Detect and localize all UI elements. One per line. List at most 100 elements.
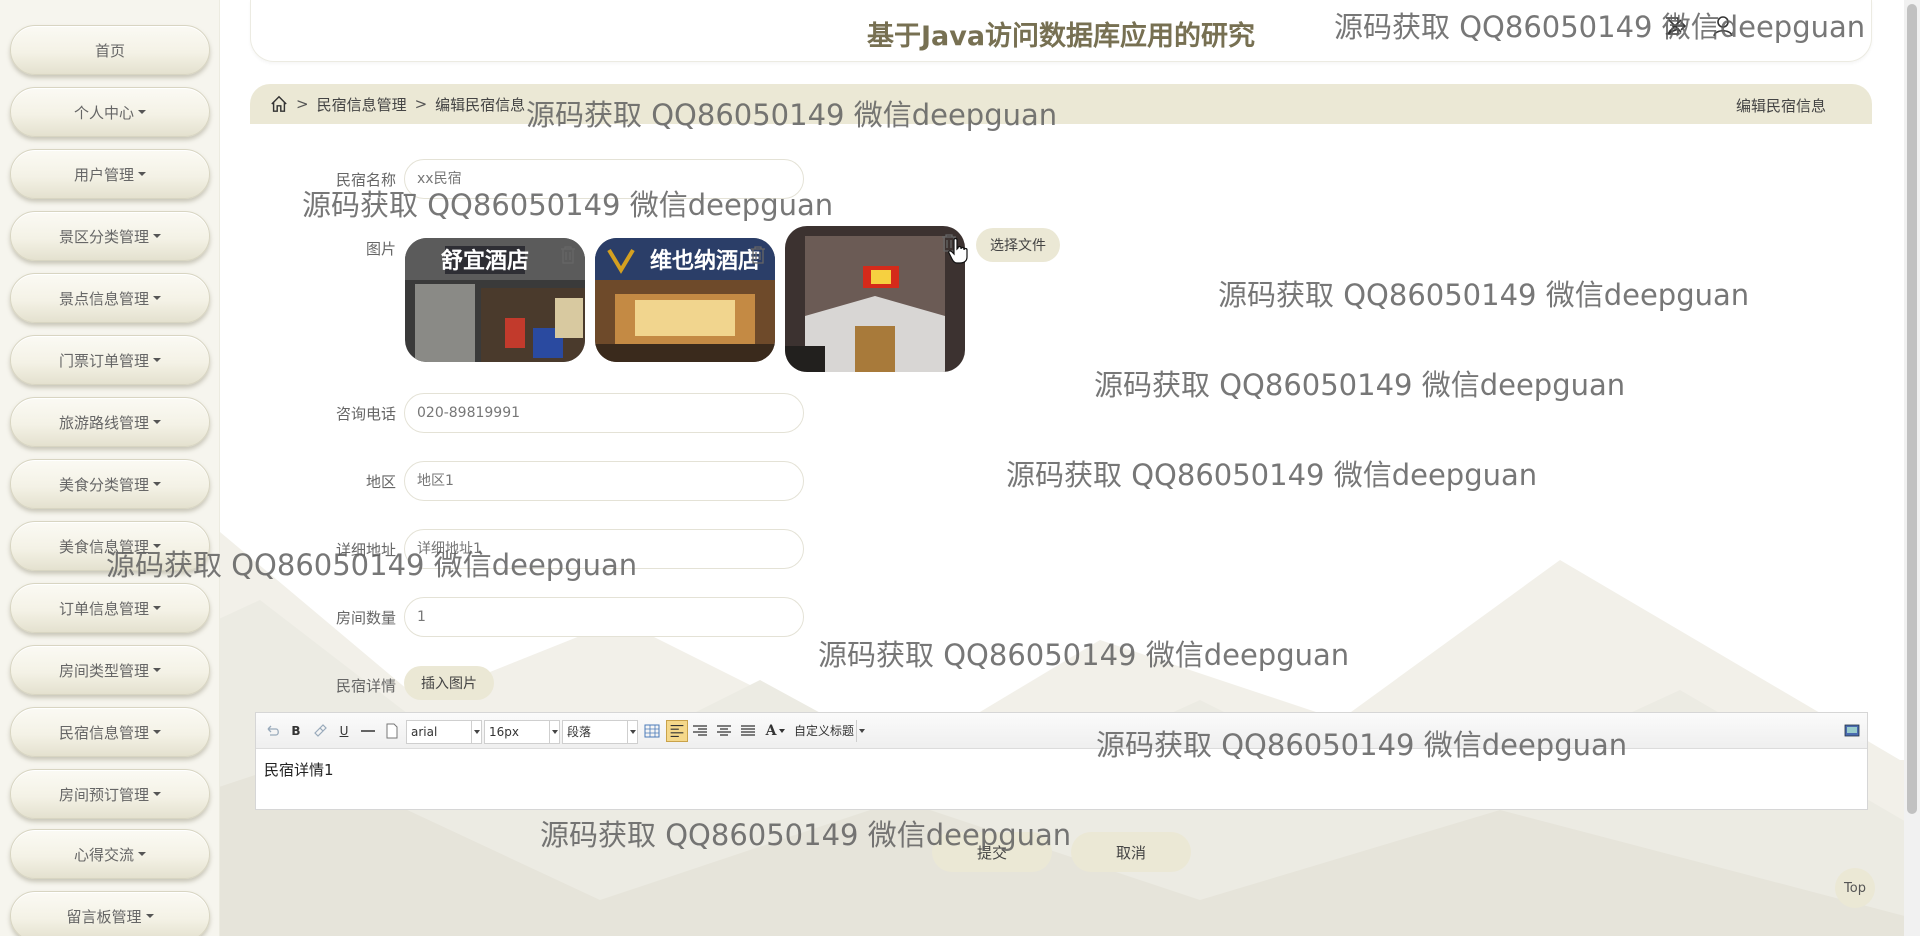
phone-label: 咨询电话 bbox=[335, 405, 396, 423]
sidebar-item-label: 心得交流 bbox=[73, 845, 134, 864]
page-title: 编辑民宿信息 bbox=[1735, 97, 1826, 115]
back-to-top-button[interactable]: Top bbox=[1835, 868, 1875, 908]
sidebar-item-home[interactable]: 首页 bbox=[10, 25, 210, 75]
chevron-down-icon bbox=[145, 914, 154, 918]
image-thumbnail bbox=[785, 226, 965, 372]
watermark-text: 源码获取 QQ86050149 微信deepguan bbox=[1334, 10, 1866, 44]
chevron-down-icon bbox=[153, 606, 161, 610]
sidebar-item-attractions[interactable]: 景点信息管理 bbox=[10, 273, 210, 323]
chevron-down-icon bbox=[153, 358, 161, 362]
breadcrumb-homestay-management[interactable]: 民宿信息管理 bbox=[317, 94, 407, 115]
document-icon[interactable] bbox=[384, 720, 400, 742]
sidebar-item-label: 门票订单管理 bbox=[58, 351, 149, 370]
align-center-icon[interactable] bbox=[716, 720, 732, 742]
scrollbar-thumb[interactable] bbox=[1907, 4, 1917, 814]
sidebar-item-food-categories[interactable]: 美食分类管理 bbox=[10, 459, 210, 509]
phone-input[interactable]: 020-89819991 bbox=[404, 393, 804, 433]
watermark-text: 源码获取 QQ86050149 微信deepguan bbox=[1094, 368, 1626, 402]
font-family-value: arial bbox=[411, 725, 438, 739]
chevron-down-icon bbox=[153, 482, 161, 486]
custom-title-value: 自定义标题 bbox=[794, 724, 855, 738]
sidebar-item-label: 房间预订管理 bbox=[58, 785, 149, 804]
chevron-down-icon bbox=[549, 721, 559, 743]
chevron-down-icon bbox=[153, 668, 161, 672]
font-size-select[interactable]: 16px bbox=[484, 720, 560, 744]
sidebar-item-message-board[interactable]: 留言板管理 bbox=[10, 891, 210, 936]
font-color-button[interactable]: A bbox=[764, 720, 778, 742]
choose-file-button[interactable]: 选择文件 bbox=[976, 228, 1060, 262]
sidebar-item-label: 民宿信息管理 bbox=[58, 723, 149, 742]
watermark-text: 源码获取 QQ86050149 微信deepguan bbox=[540, 818, 1072, 852]
delete-image-icon[interactable] bbox=[560, 246, 576, 264]
undo-icon[interactable] bbox=[264, 720, 280, 742]
sidebar-item-label: 留言板管理 bbox=[66, 907, 142, 926]
align-justify-icon[interactable] bbox=[740, 720, 756, 742]
watermark-text: 源码获取 QQ86050149 微信deepguan bbox=[1006, 458, 1538, 492]
bold-button[interactable]: B bbox=[288, 720, 304, 742]
images-label: 图片 bbox=[365, 240, 396, 258]
custom-title-select[interactable]: 自定义标题 bbox=[790, 720, 866, 744]
fullscreen-icon[interactable] bbox=[1844, 720, 1860, 742]
paragraph-select[interactable]: 段落 bbox=[562, 720, 638, 744]
watermark-text: 源码获取 QQ86050149 微信deepguan bbox=[1218, 278, 1750, 312]
table-icon[interactable] bbox=[644, 720, 660, 742]
breadcrumb-separator: > bbox=[414, 95, 428, 113]
sidebar-item-label: 首页 bbox=[94, 41, 125, 60]
chevron-down-icon bbox=[153, 296, 161, 300]
font-family-select[interactable]: arial bbox=[406, 720, 482, 744]
delete-image-icon[interactable] bbox=[750, 246, 766, 264]
home-icon[interactable] bbox=[270, 95, 288, 113]
align-right-icon[interactable] bbox=[692, 720, 708, 742]
chevron-down-icon bbox=[471, 721, 481, 743]
cancel-button[interactable]: 取消 bbox=[1071, 832, 1191, 872]
chevron-down-icon bbox=[153, 234, 161, 238]
horizontal-rule-icon[interactable] bbox=[360, 720, 376, 742]
image-thumbnail: 舒宜酒店 bbox=[405, 238, 585, 362]
watermark-text: 源码获取 QQ86050149 微信deepguan bbox=[302, 188, 834, 222]
chevron-down-icon bbox=[138, 852, 146, 856]
region-input[interactable]: 地区1 bbox=[404, 461, 804, 501]
image-thumbnail: 维也纳酒店 bbox=[595, 238, 775, 362]
thumbnail-sign-text: 维也纳酒店 bbox=[650, 248, 760, 274]
breadcrumb-edit-homestay: 编辑民宿信息 bbox=[435, 95, 526, 114]
paragraph-value: 段落 bbox=[567, 725, 592, 739]
sidebar-item-label: 景区分类管理 bbox=[58, 227, 149, 246]
sidebar-item-personal-center[interactable]: 个人中心 bbox=[10, 87, 210, 137]
chevron-down-icon bbox=[153, 420, 161, 424]
sidebar-item-room-types[interactable]: 房间类型管理 bbox=[10, 645, 210, 695]
chevron-down-icon bbox=[138, 172, 146, 176]
sidebar-item-label: 景点信息管理 bbox=[58, 289, 149, 308]
sidebar: 首页 个人中心 用户管理 景区分类管理 景点信息管理 门票订单管理 旅游路线管理… bbox=[0, 0, 220, 936]
sidebar-item-users[interactable]: 用户管理 bbox=[10, 149, 210, 199]
sidebar-item-travel-routes[interactable]: 旅游路线管理 bbox=[10, 397, 210, 447]
sidebar-item-ticket-orders[interactable]: 门票订单管理 bbox=[10, 335, 210, 385]
watermark-text: 源码获取 QQ86050149 微信deepguan bbox=[1096, 728, 1628, 762]
watermark-text: 源码获取 QQ86050149 微信deepguan bbox=[526, 98, 1058, 132]
sidebar-item-label: 个人中心 bbox=[73, 103, 134, 122]
sidebar-item-orders[interactable]: 订单信息管理 bbox=[10, 583, 210, 633]
sidebar-item-label: 用户管理 bbox=[73, 165, 134, 184]
chevron-down-icon bbox=[153, 792, 161, 796]
underline-button[interactable]: U bbox=[336, 720, 352, 742]
chevron-down-icon bbox=[153, 730, 161, 734]
sidebar-item-label: 订单信息管理 bbox=[58, 599, 149, 618]
watermark-text: 源码获取 QQ86050149 微信deepguan bbox=[106, 548, 638, 582]
align-left-icon[interactable] bbox=[666, 720, 688, 742]
sidebar-item-scenic-categories[interactable]: 景区分类管理 bbox=[10, 211, 210, 261]
sidebar-item-experience-sharing[interactable]: 心得交流 bbox=[10, 829, 210, 879]
insert-image-button[interactable]: 插入图片 bbox=[404, 666, 494, 700]
room-count-input[interactable]: 1 bbox=[404, 597, 804, 637]
scrollbar[interactable] bbox=[1904, 0, 1920, 936]
sidebar-item-room-bookings[interactable]: 房间预订管理 bbox=[10, 769, 210, 819]
chevron-down-icon bbox=[138, 110, 146, 114]
breadcrumb: > 民宿信息管理 > 编辑民宿信息 编辑民宿信息 bbox=[250, 84, 1872, 124]
details-label: 民宿详情 bbox=[335, 677, 396, 695]
region-label: 地区 bbox=[365, 473, 396, 491]
hand-cursor-icon bbox=[948, 238, 968, 264]
sidebar-item-homestays[interactable]: 民宿信息管理 bbox=[10, 707, 210, 757]
sidebar-item-label: 房间类型管理 bbox=[58, 661, 149, 680]
font-color-dropdown[interactable] bbox=[778, 720, 786, 742]
font-size-value: 16px bbox=[489, 725, 519, 739]
chevron-down-icon bbox=[856, 720, 866, 742]
format-brush-icon[interactable] bbox=[312, 720, 328, 742]
